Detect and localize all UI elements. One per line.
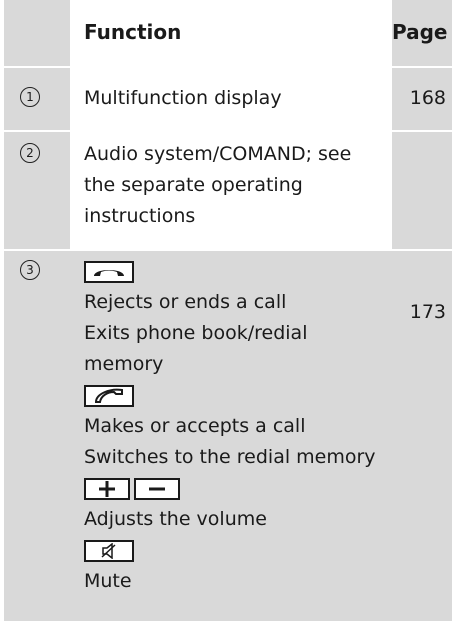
- accept-call-key-icon: [84, 384, 134, 407]
- table-header: Function Page: [4, 0, 452, 66]
- function-text: Adjusts the volume: [84, 508, 267, 530]
- volume-plus-key-icon: [84, 477, 130, 500]
- volume-minus-key-icon: [134, 477, 180, 500]
- row-marker: 2: [20, 143, 40, 163]
- function-cell: Rejects or ends a call Exits phone book/…: [70, 251, 392, 621]
- table-row: 2 Audio system/COMAND; see the separate …: [4, 132, 452, 249]
- function-text: Makes or accepts a call: [84, 415, 306, 437]
- function-text: Switches to the redial memory: [84, 446, 376, 468]
- end-call-key-icon: [84, 260, 134, 283]
- header-page: Page: [392, 0, 452, 66]
- table-row: 1 Multifunction display 168: [4, 68, 452, 130]
- header-marker-cell: [4, 0, 70, 66]
- page-number: 173: [409, 301, 446, 323]
- function-text: Audio system/COMAND; see the separate op…: [70, 132, 392, 249]
- function-text: Exits phone book/redial memory: [84, 322, 308, 375]
- function-text: Rejects or ends a call: [84, 291, 287, 313]
- header-function: Function: [70, 0, 392, 66]
- table-row: 3 Rejects or ends a call Exits phone boo…: [4, 251, 452, 621]
- page-number: 168: [392, 68, 452, 130]
- function-text: Multifunction display: [70, 68, 392, 130]
- function-text: Mute: [84, 570, 132, 592]
- row-marker: 1: [20, 87, 40, 107]
- row-marker: 3: [20, 260, 40, 280]
- function-table: Function Page 1 Multifunction display 16…: [4, 0, 452, 621]
- mute-key-icon: [84, 539, 134, 562]
- page-number: [392, 132, 452, 249]
